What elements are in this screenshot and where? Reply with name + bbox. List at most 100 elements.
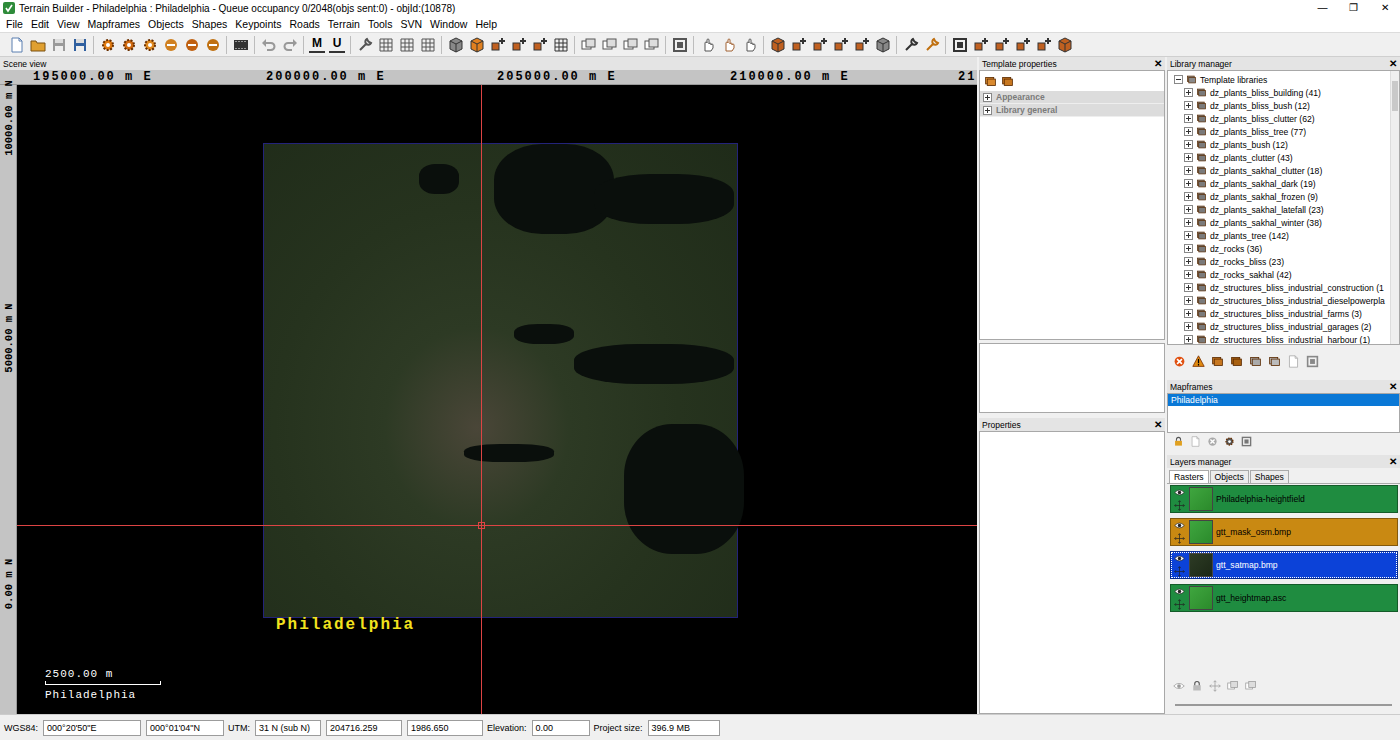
menu-item[interactable]: Roads	[285, 18, 323, 30]
slider-track[interactable]	[1175, 704, 1392, 706]
toolbar-button[interactable]	[970, 34, 991, 55]
expand-icon[interactable]	[1184, 192, 1193, 201]
toolbar-button[interactable]	[529, 34, 550, 55]
expand-icon[interactable]	[1184, 231, 1193, 240]
expand-icon[interactable]	[1184, 179, 1193, 188]
property-section[interactable]: Appearance	[980, 91, 1164, 104]
minimize-button[interactable]: —	[1307, 0, 1338, 16]
book-icon[interactable]	[1268, 355, 1281, 368]
close-button[interactable]: ✕	[1154, 419, 1162, 431]
property-section[interactable]: Library general	[980, 104, 1164, 117]
toolbar-button[interactable]	[1054, 34, 1075, 55]
toolbar-button[interactable]	[417, 34, 438, 55]
maximize-button[interactable]: ❐	[1338, 0, 1369, 16]
book-icon[interactable]	[1001, 75, 1014, 88]
layers-icon[interactable]	[1227, 680, 1239, 692]
menu-item[interactable]: Terrain	[324, 18, 364, 30]
toolbar-button[interactable]	[921, 34, 942, 55]
expand-icon[interactable]	[1184, 244, 1193, 253]
scrollbar-thumb[interactable]	[1392, 81, 1398, 111]
toolbar-button[interactable]	[354, 34, 375, 55]
book-icon[interactable]	[984, 75, 997, 88]
layer-tab[interactable]: Objects	[1210, 470, 1249, 483]
close-button[interactable]: ✕	[1389, 456, 1397, 468]
move-icon[interactable]	[1174, 500, 1185, 511]
layer-row[interactable]: Philadelphia-heightfield	[1170, 485, 1398, 513]
expand-icon[interactable]	[983, 106, 992, 115]
menu-item[interactable]: Edit	[27, 18, 53, 30]
layer-row[interactable]: gtt_mask_osm.bmp	[1170, 518, 1398, 546]
toolbar-button[interactable]	[69, 34, 90, 55]
toolbar-button[interactable]	[118, 34, 139, 55]
toolbar-button[interactable]	[97, 34, 118, 55]
warn-icon[interactable]	[1192, 355, 1205, 368]
layer-row[interactable]: gtt_satmap.bmp	[1170, 551, 1398, 579]
opacity-slider[interactable]	[1175, 696, 1392, 714]
scrollbar[interactable]	[1390, 71, 1399, 344]
tree-item[interactable]: dz_structures_bliss_industrial_construct…	[1168, 281, 1390, 294]
toolbar-button[interactable]	[202, 34, 223, 55]
toolbar-button[interactable]	[851, 34, 872, 55]
toolbar-button[interactable]	[900, 34, 921, 55]
close-button[interactable]: ✕	[1154, 58, 1162, 70]
new-icon[interactable]	[1287, 355, 1300, 368]
toolbar-button[interactable]	[550, 34, 571, 55]
tree-item[interactable]: dz_structures_bliss_industrial_harbour (…	[1168, 333, 1390, 344]
tree-item[interactable]: dz_plants_clutter (43)	[1168, 151, 1390, 164]
toolbar-button[interactable]	[767, 34, 788, 55]
toolbar-button[interactable]	[445, 34, 466, 55]
tree-item[interactable]: dz_plants_sakhal_winter (38)	[1168, 216, 1390, 229]
layers-icon[interactable]	[1245, 680, 1257, 692]
map-canvas[interactable]: Philadelphia2500.00 mPhiladelphia	[17, 85, 977, 714]
expand-icon[interactable]	[1184, 114, 1193, 123]
expand-icon[interactable]	[1184, 335, 1193, 344]
expand-icon[interactable]	[1184, 270, 1193, 279]
toolbar-button[interactable]	[27, 34, 48, 55]
toolbar-button[interactable]	[160, 34, 181, 55]
toolbar-button[interactable]	[599, 34, 620, 55]
lock-icon[interactable]	[1173, 436, 1184, 447]
menu-item[interactable]: Shapes	[188, 18, 232, 30]
book-icon[interactable]	[1249, 355, 1262, 368]
toolbar-button[interactable]	[508, 34, 529, 55]
menu-item[interactable]: Help	[471, 18, 501, 30]
tree-item[interactable]: dz_plants_bush (12)	[1168, 138, 1390, 151]
toolbar-button[interactable]	[739, 34, 760, 55]
frame-icon[interactable]	[1241, 436, 1252, 447]
menu-item[interactable]: Objects	[144, 18, 188, 30]
new-icon[interactable]	[1190, 436, 1201, 447]
toolbar-button[interactable]	[139, 34, 160, 55]
close-button[interactable]: ✕	[1389, 381, 1397, 393]
toolbar-button[interactable]: M	[309, 36, 325, 53]
eye-icon[interactable]	[1174, 553, 1185, 564]
menu-item[interactable]: File	[2, 18, 27, 30]
book-icon[interactable]	[1211, 355, 1224, 368]
tree-root[interactable]: Template libraries	[1168, 73, 1390, 86]
book-icon[interactable]	[1230, 355, 1243, 368]
eye-icon[interactable]	[1174, 520, 1185, 531]
toolbar-button[interactable]	[872, 34, 893, 55]
toolbar-button[interactable]	[230, 34, 251, 55]
move-icon[interactable]	[1174, 566, 1185, 577]
expand-icon[interactable]	[1184, 166, 1193, 175]
tree-item[interactable]: dz_plants_sakhal_dark (19)	[1168, 177, 1390, 190]
expand-icon[interactable]	[1184, 101, 1193, 110]
menu-item[interactable]: View	[53, 18, 84, 30]
layer-tab[interactable]: Shapes	[1250, 470, 1289, 483]
toolbar-button[interactable]	[578, 34, 599, 55]
delete-icon[interactable]	[1173, 355, 1186, 368]
satellite-map[interactable]	[263, 143, 738, 618]
toolbar-button[interactable]	[258, 34, 279, 55]
menu-item[interactable]: Mapframes	[84, 18, 145, 30]
tree-item[interactable]: dz_rocks_bliss (23)	[1168, 255, 1390, 268]
gear-icon[interactable]	[1224, 436, 1235, 447]
toolbar-button[interactable]	[830, 34, 851, 55]
move-icon[interactable]	[1174, 533, 1185, 544]
tree-item[interactable]: dz_plants_sakhal_frozen (9)	[1168, 190, 1390, 203]
tree-item[interactable]: dz_plants_bliss_clutter (62)	[1168, 112, 1390, 125]
toolbar-button[interactable]	[466, 34, 487, 55]
toolbar-button[interactable]	[991, 34, 1012, 55]
expand-icon[interactable]	[1184, 153, 1193, 162]
toolbar-button[interactable]	[375, 34, 396, 55]
toolbar-button[interactable]	[6, 34, 27, 55]
